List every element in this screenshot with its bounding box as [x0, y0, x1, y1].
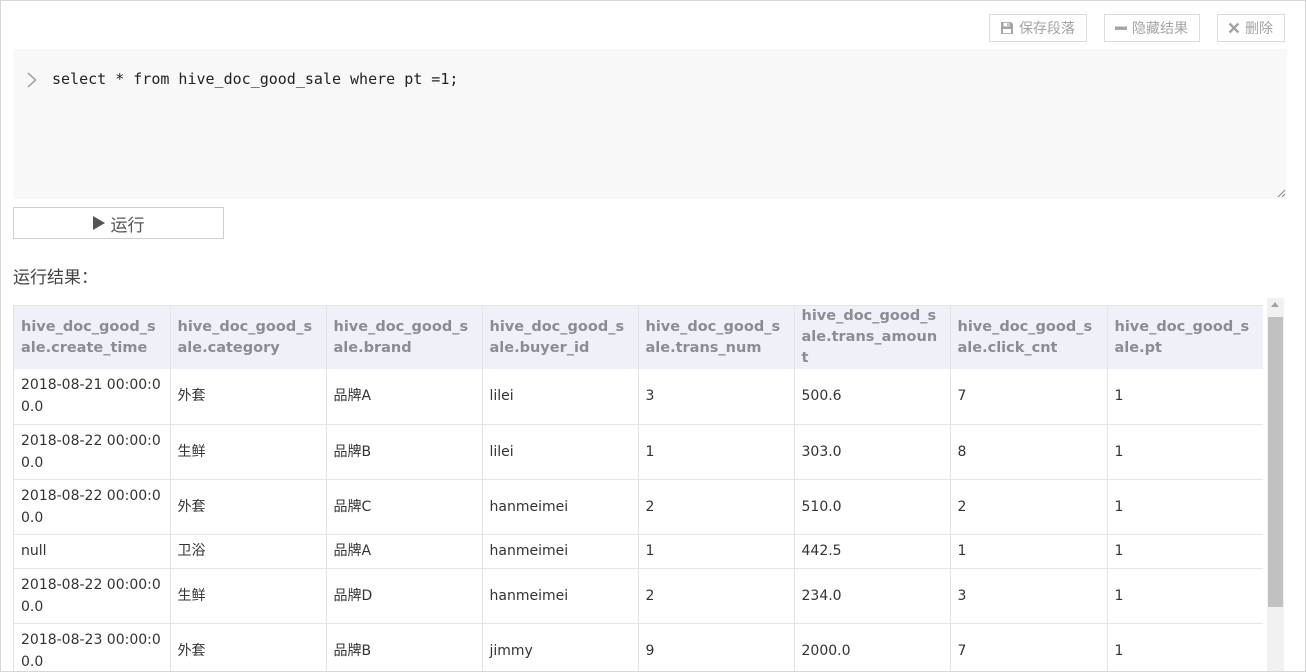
- table-cell: 7: [950, 623, 1108, 671]
- table-cell: 2018-08-22 00:00:00.0: [14, 424, 171, 480]
- table-cell: 303.0: [794, 424, 951, 480]
- resize-grip-icon[interactable]: [1276, 188, 1286, 198]
- table-cell: 2018-08-23 00:00:00.0: [14, 623, 171, 671]
- table-cell: 2018-08-21 00:00:00.0: [14, 369, 171, 425]
- table-cell: null: [14, 534, 171, 569]
- table-row: 2018-08-22 00:00:00.0 外套 品牌C hanmeimei 2…: [14, 479, 1263, 535]
- table-row: null 卫浴 品牌A hanmeimei 1 442.5 1 1: [14, 534, 1263, 569]
- result-table-container: hive_doc_good_sale.create_time hive_doc_…: [13, 305, 1263, 671]
- column-header-buyer-id[interactable]: hive_doc_good_sale.buyer_id: [482, 305, 639, 369]
- table-cell: 1: [1107, 623, 1263, 671]
- result-table: hive_doc_good_sale.create_time hive_doc_…: [14, 305, 1263, 671]
- table-cell: 2: [638, 568, 795, 624]
- sql-editor[interactable]: select * from hive_doc_good_sale where p…: [13, 49, 1287, 199]
- table-cell: 1: [1107, 424, 1263, 480]
- table-cell: 2018-08-22 00:00:00.0: [14, 568, 171, 624]
- table-cell: 2: [638, 479, 795, 535]
- table-cell: 2000.0: [794, 623, 951, 671]
- table-cell: 生鲜: [170, 424, 327, 480]
- table-cell: 510.0: [794, 479, 951, 535]
- table-header-row: hive_doc_good_sale.create_time hive_doc_…: [14, 305, 1263, 369]
- table-cell: 外套: [170, 369, 327, 425]
- table-cell: 品牌D: [326, 568, 483, 624]
- table-cell: hanmeimei: [482, 534, 639, 569]
- table-scrollbar[interactable]: [1267, 298, 1284, 671]
- save-paragraph-label: 保存段落: [1019, 21, 1075, 37]
- table-cell: jimmy: [482, 623, 639, 671]
- table-cell: 7: [950, 369, 1108, 425]
- table-cell: 生鲜: [170, 568, 327, 624]
- column-header-category[interactable]: hive_doc_good_sale.category: [170, 305, 327, 369]
- run-button[interactable]: 运行: [13, 207, 224, 239]
- sql-text[interactable]: select * from hive_doc_good_sale where p…: [52, 70, 458, 88]
- table-cell: 1: [950, 534, 1108, 569]
- delete-button[interactable]: 删除: [1217, 14, 1285, 42]
- column-header-trans-num[interactable]: hive_doc_good_sale.trans_num: [638, 305, 795, 369]
- chevron-right-icon: [27, 72, 37, 88]
- table-cell: 1: [638, 424, 795, 480]
- run-label: 运行: [110, 215, 145, 236]
- table-cell: 8: [950, 424, 1108, 480]
- save-paragraph-button[interactable]: 保存段落: [989, 14, 1087, 42]
- notebook-paragraph: 保存段落 隐藏结果 删除 select * from hive_doc_good…: [0, 0, 1306, 672]
- table-cell: 500.6: [794, 369, 951, 425]
- column-header-pt[interactable]: hive_doc_good_sale.pt: [1107, 305, 1263, 369]
- table-cell: 234.0: [794, 568, 951, 624]
- table-cell: 外套: [170, 479, 327, 535]
- play-icon: [92, 216, 105, 230]
- table-cell: 3: [638, 369, 795, 425]
- table-cell: 1: [1107, 369, 1263, 425]
- column-header-click-cnt[interactable]: hive_doc_good_sale.click_cnt: [950, 305, 1108, 369]
- table-cell: 9: [638, 623, 795, 671]
- column-header-brand[interactable]: hive_doc_good_sale.brand: [326, 305, 483, 369]
- table-cell: hanmeimei: [482, 568, 639, 624]
- table-cell: hanmeimei: [482, 479, 639, 535]
- table-cell: 1: [1107, 568, 1263, 624]
- table-cell: lilei: [482, 369, 639, 425]
- table-cell: 2: [950, 479, 1108, 535]
- table-cell: 外套: [170, 623, 327, 671]
- close-icon: [1228, 22, 1240, 34]
- result-heading: 运行结果：: [13, 268, 98, 288]
- scroll-up-arrow-icon[interactable]: [1271, 302, 1279, 307]
- table-row: 2018-08-22 00:00:00.0 生鲜 品牌B lilei 1 303…: [14, 424, 1263, 480]
- hide-result-label: 隐藏结果: [1132, 21, 1188, 37]
- table-row: 2018-08-23 00:00:00.0 外套 品牌B jimmy 9 200…: [14, 623, 1263, 671]
- table-cell: 3: [950, 568, 1108, 624]
- table-cell: 卫浴: [170, 534, 327, 569]
- scrollbar-thumb[interactable]: [1268, 317, 1283, 607]
- hide-result-button[interactable]: 隐藏结果: [1104, 14, 1200, 42]
- table-cell: 品牌B: [326, 424, 483, 480]
- table-cell: 品牌A: [326, 369, 483, 425]
- table-row: 2018-08-22 00:00:00.0 生鲜 品牌D hanmeimei 2…: [14, 568, 1263, 624]
- table-cell: 品牌C: [326, 479, 483, 535]
- column-header-create-time[interactable]: hive_doc_good_sale.create_time: [14, 305, 171, 369]
- paragraph-toolbar: 保存段落 隐藏结果 删除: [989, 14, 1285, 42]
- table-cell: 品牌A: [326, 534, 483, 569]
- table-cell: lilei: [482, 424, 639, 480]
- table-cell: 1: [1107, 534, 1263, 569]
- column-header-trans-amount[interactable]: hive_doc_good_sale.trans_amount: [794, 305, 951, 369]
- table-cell: 品牌B: [326, 623, 483, 671]
- table-cell: 2018-08-22 00:00:00.0: [14, 479, 171, 535]
- table-row: 2018-08-21 00:00:00.0 外套 品牌A lilei 3 500…: [14, 369, 1263, 425]
- table-cell: 442.5: [794, 534, 951, 569]
- floppy-disk-icon: [1001, 22, 1013, 34]
- table-cell: 1: [638, 534, 795, 569]
- delete-label: 删除: [1245, 21, 1273, 37]
- minus-icon: [1115, 26, 1127, 30]
- table-cell: 1: [1107, 479, 1263, 535]
